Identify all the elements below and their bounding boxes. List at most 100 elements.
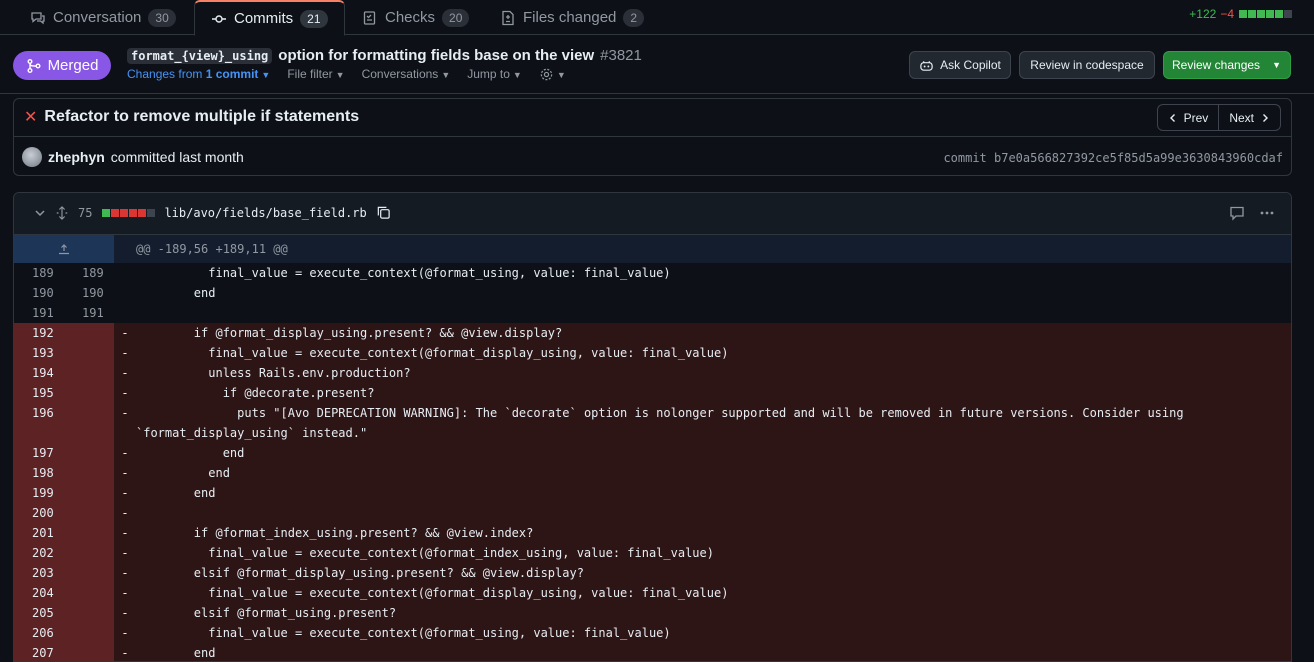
new-line-number[interactable] xyxy=(64,643,114,661)
review-changes-button[interactable]: Review changes ▼ xyxy=(1163,51,1291,79)
new-line-number[interactable] xyxy=(64,443,114,463)
author-link[interactable]: zhephyn xyxy=(48,149,105,165)
tab-label: Checks xyxy=(385,9,436,26)
old-line-number[interactable]: 203 xyxy=(14,563,64,583)
diff-lines: 189 189 final_value = execute_context(@fo… xyxy=(14,263,1291,661)
new-line-number[interactable] xyxy=(64,563,114,583)
diff-sign xyxy=(114,283,136,303)
old-line-number[interactable]: 207 xyxy=(14,643,64,661)
old-line-number[interactable]: 202 xyxy=(14,543,64,563)
prev-next-nav: Prev Next xyxy=(1156,104,1281,131)
tab-label: Conversation xyxy=(53,9,142,26)
code-content xyxy=(136,303,1291,323)
new-line-number[interactable] xyxy=(64,463,114,483)
file-path[interactable]: lib/avo/fields/base_field.rb xyxy=(164,206,366,220)
new-line-number[interactable] xyxy=(64,583,114,603)
old-line-number[interactable]: 192 xyxy=(14,323,64,343)
diff-sign: - xyxy=(114,343,136,363)
changes-from-dropdown[interactable]: Changes from 1 commit ▼ xyxy=(127,67,270,82)
new-line-number[interactable] xyxy=(64,363,114,383)
merged-badge: Merged xyxy=(13,51,111,80)
pr-number: #3821 xyxy=(600,47,642,64)
commit-title: ✕ Refactor to remove multiple if stateme… xyxy=(24,107,359,127)
new-line-number[interactable]: 191 xyxy=(64,303,114,323)
new-line-number[interactable] xyxy=(64,323,114,343)
chevron-right-icon xyxy=(1260,113,1270,123)
next-button[interactable]: Next xyxy=(1219,105,1280,130)
code-content: puts "[Avo DEPRECATION WARNING]: The `de… xyxy=(136,403,1291,443)
conversations-dropdown[interactable]: Conversations ▼ xyxy=(362,67,451,82)
old-line-number[interactable]: 194 xyxy=(14,363,64,383)
comment-icon[interactable] xyxy=(1229,205,1245,221)
pr-title: format_{view}_using option for formattin… xyxy=(127,47,642,64)
settings-dropdown[interactable]: ▼ xyxy=(539,67,566,82)
commit-summary: ✕ Refactor to remove multiple if stateme… xyxy=(13,98,1292,176)
code-content: final_value = execute_context(@format_us… xyxy=(136,266,671,280)
old-line-number[interactable]: 197 xyxy=(14,443,64,463)
new-line-number[interactable] xyxy=(64,383,114,403)
diff-sign: - xyxy=(114,483,136,503)
collapse-chevron-icon[interactable] xyxy=(34,207,46,219)
tab-count: 30 xyxy=(148,8,176,27)
tab-checks[interactable]: Checks 20 xyxy=(362,0,470,35)
old-line-number[interactable]: 206 xyxy=(14,623,64,643)
file-diff-icon xyxy=(500,10,516,26)
jump-to-dropdown[interactable]: Jump to ▼ xyxy=(467,67,522,82)
old-line-number[interactable]: 189 xyxy=(14,263,64,283)
old-line-number[interactable]: 190 xyxy=(14,283,64,303)
diff-line-deleted: 203 - elsif @format_display_using.present… xyxy=(14,563,1291,583)
new-line-number[interactable]: 189 xyxy=(64,263,114,283)
old-line-number[interactable]: 205 xyxy=(14,603,64,623)
kebab-menu-icon[interactable] xyxy=(1259,205,1275,221)
diff-sign: - xyxy=(114,603,136,623)
diffstat: +122 −4 xyxy=(1189,7,1292,21)
old-line-number[interactable]: 193 xyxy=(14,343,64,363)
new-line-number[interactable] xyxy=(64,483,114,503)
avatar[interactable] xyxy=(22,147,42,167)
diff-sign: - xyxy=(114,543,136,563)
file-filter-dropdown[interactable]: File filter ▼ xyxy=(287,67,344,82)
new-line-number[interactable] xyxy=(64,503,114,523)
code-content: elsif @format_display_using.present? && … xyxy=(136,563,1291,583)
diff-line-deleted: 195 - if @decorate.present? xyxy=(14,383,1291,403)
old-line-number[interactable]: 204 xyxy=(14,583,64,603)
new-line-number[interactable]: 190 xyxy=(64,283,114,303)
new-line-number[interactable] xyxy=(64,543,114,563)
old-line-number[interactable]: 199 xyxy=(14,483,64,503)
old-line-number[interactable]: 191 xyxy=(14,303,64,323)
new-line-number[interactable] xyxy=(64,603,114,623)
ask-copilot-button[interactable]: Ask Copilot xyxy=(909,51,1011,79)
commit-sha[interactable]: commit b7e0a566827392ce5f85d5a99e3630843… xyxy=(943,151,1283,165)
code-content: elsif @format_using.present? xyxy=(136,603,1291,623)
copy-icon[interactable] xyxy=(376,205,391,220)
old-line-number[interactable]: 196 xyxy=(14,403,64,443)
x-status-icon: ✕ xyxy=(24,109,38,126)
tab-conversation[interactable]: Conversation 30 xyxy=(30,0,176,35)
diff-line-deleted: 206 - final_value = execute_context(@form… xyxy=(14,623,1291,643)
diff-sign: - xyxy=(114,503,136,523)
code-content: unless Rails.env.production? xyxy=(136,363,1291,383)
tab-files-changed[interactable]: Files changed 2 xyxy=(500,0,645,35)
pr-title-code: format_{view}_using xyxy=(127,47,273,64)
old-line-number[interactable]: 195 xyxy=(14,383,64,403)
new-line-number[interactable] xyxy=(64,623,114,643)
diff-line-deleted: 194 - unless Rails.env.production? xyxy=(14,363,1291,383)
tab-commits[interactable]: Commits 21 xyxy=(194,0,345,36)
commit-author-line: zhephyn committed last month xyxy=(22,147,244,167)
diff-sign: - xyxy=(114,403,136,443)
expand-all-icon[interactable] xyxy=(55,205,69,220)
review-in-codespace-button[interactable]: Review in codespace xyxy=(1019,51,1155,79)
old-line-number[interactable]: 198 xyxy=(14,463,64,483)
prev-label: Prev xyxy=(1183,110,1209,125)
new-line-number[interactable] xyxy=(64,343,114,363)
tab-count: 2 xyxy=(623,8,645,27)
prev-button[interactable]: Prev xyxy=(1158,105,1219,130)
diff-line-deleted: 197 - end xyxy=(14,443,1291,463)
expand-up-button[interactable] xyxy=(14,235,114,263)
old-line-number[interactable]: 200 xyxy=(14,503,64,523)
old-line-number[interactable]: 201 xyxy=(14,523,64,543)
new-line-number[interactable] xyxy=(64,523,114,543)
pr-subnav: Changes from 1 commit ▼ File filter ▼ Conv… xyxy=(127,67,566,82)
commit-message: Refactor to remove multiple if statement… xyxy=(44,108,360,125)
new-line-number[interactable] xyxy=(64,403,114,443)
